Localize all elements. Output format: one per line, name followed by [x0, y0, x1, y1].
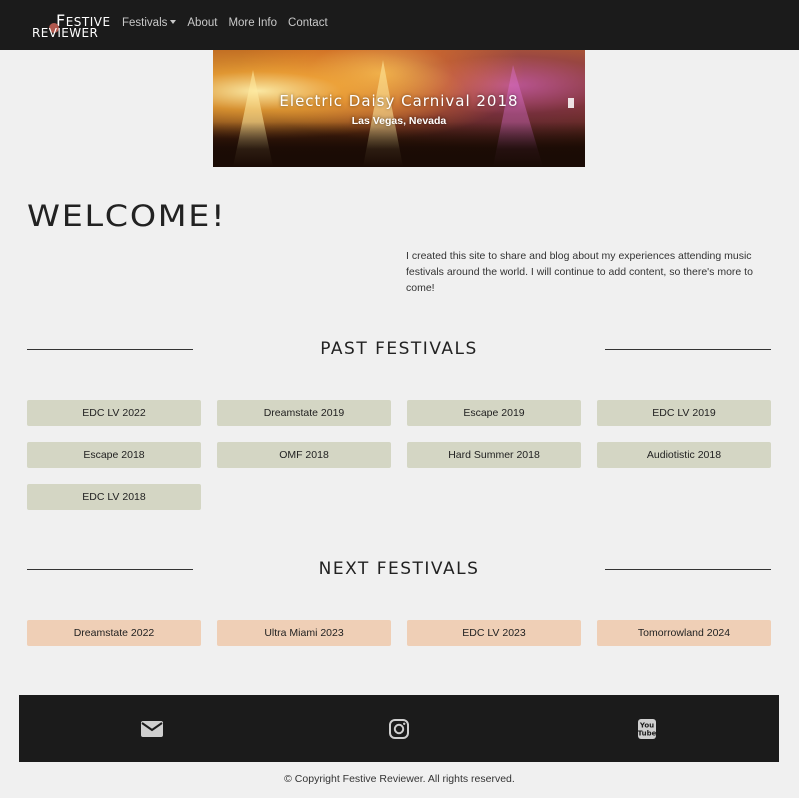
chevron-down-icon	[170, 20, 177, 24]
festival-button-escape-2019[interactable]: Escape 2019	[407, 400, 581, 426]
youtube-icon-label-bottom: Tube	[638, 730, 657, 738]
footer-social-bar: You Tube	[19, 695, 779, 762]
logo-bottom-text: REVIEWER	[32, 26, 99, 40]
nav-item-about[interactable]: About	[187, 17, 217, 33]
past-festivals-grid: EDC LV 2022 Dreamstate 2019 Escape 2019 …	[27, 400, 771, 510]
festival-button-edc-lv-2022[interactable]: EDC LV 2022	[27, 400, 201, 426]
site-logo[interactable]: FESTIVE REVIEWER	[30, 10, 110, 40]
hero-subtitle: Las Vegas, Nevada	[351, 115, 447, 127]
youtube-icon[interactable]: You Tube	[637, 718, 657, 740]
festival-button-edc-lv-2018[interactable]: EDC LV 2018	[27, 484, 201, 510]
hero-title: Electric Daisy Carnival 2018	[279, 92, 519, 110]
festival-button-dreamstate-2019[interactable]: Dreamstate 2019	[217, 400, 391, 426]
nav-item-festivals[interactable]: Festivals	[122, 17, 177, 33]
festival-button-hard-summer-2018[interactable]: Hard Summer 2018	[407, 442, 581, 468]
festival-button-edc-lv-2023[interactable]: EDC LV 2023	[407, 620, 581, 646]
next-festivals-header: NEXT FESTIVALS	[27, 557, 771, 581]
welcome-heading: WELCOME!	[27, 199, 227, 233]
festival-button-dreamstate-2022[interactable]: Dreamstate 2022	[27, 620, 201, 646]
festival-button-audiotistic-2018[interactable]: Audiotistic 2018	[597, 442, 771, 468]
festival-button-ultra-miami-2023[interactable]: Ultra Miami 2023	[217, 620, 391, 646]
copyright-text: © Copyright Festive Reviewer. All rights…	[284, 773, 515, 785]
youtube-icon-label-top: You	[639, 722, 654, 730]
festival-button-escape-2018[interactable]: Escape 2018	[27, 442, 201, 468]
past-festivals-header: PAST FESTIVALS	[27, 337, 771, 361]
nav-links: Festivals About More Info Contact	[122, 17, 328, 33]
festival-button-omf-2018[interactable]: OMF 2018	[217, 442, 391, 468]
nav-item-contact[interactable]: Contact	[288, 17, 328, 33]
next-festivals-grid: Dreamstate 2022 Ultra Miami 2023 EDC LV …	[27, 620, 771, 646]
crowd-silhouette	[213, 122, 585, 167]
divider	[605, 349, 771, 350]
navbar: FESTIVE REVIEWER Festivals About More In…	[0, 0, 799, 50]
nav-item-more-info[interactable]: More Info	[228, 17, 277, 33]
divider	[605, 569, 771, 570]
festival-button-edc-lv-2019[interactable]: EDC LV 2019	[597, 400, 771, 426]
festival-button-tomorrowland-2024[interactable]: Tomorrowland 2024	[597, 620, 771, 646]
welcome-text: I created this site to share and blog ab…	[406, 250, 753, 294]
envelope-icon[interactable]	[140, 718, 164, 740]
instagram-icon[interactable]	[388, 718, 410, 740]
hero-carousel-image[interactable]: Electric Daisy Carnival 2018 Las Vegas, …	[213, 50, 585, 167]
nav-item-label: Festivals	[122, 17, 168, 29]
